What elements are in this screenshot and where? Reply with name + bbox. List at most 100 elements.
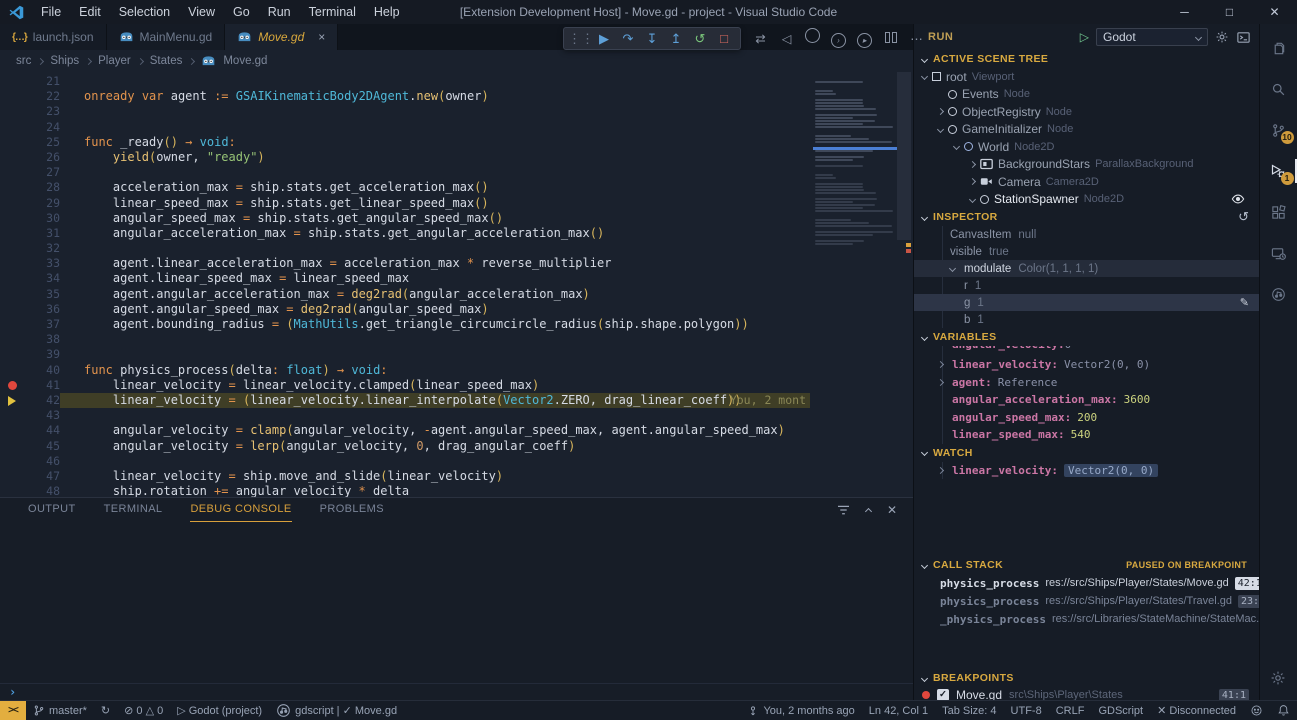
code-line[interactable]: 34 agent.linear_speed_max = linear_speed… — [0, 271, 913, 286]
tab-mainmenu-gd[interactable]: MainMenu.gd — [107, 24, 226, 50]
code-line[interactable]: 38 — [0, 332, 913, 347]
stack-frame[interactable]: _physics_processres://src/Libraries/Stat… — [914, 610, 1259, 628]
scene-node-stationspawner[interactable]: StationSpawnerNode2D — [914, 191, 1259, 209]
code-line[interactable]: 31 angular_acceleration_max = ship.stats… — [0, 226, 913, 241]
code-line[interactable]: 35 agent.angular_acceleration_max = deg2… — [0, 287, 913, 302]
menu-go[interactable]: Go — [224, 0, 259, 24]
property-chevron-icon[interactable] — [949, 265, 956, 272]
tree-chevron-icon[interactable] — [953, 143, 960, 150]
scene-node-camera[interactable]: CameraCamera2D — [914, 173, 1259, 191]
step-back-icon[interactable] — [802, 28, 823, 49]
stack-frame[interactable]: physics_processres://src/Ships/Player/St… — [914, 592, 1259, 610]
section-watch-header[interactable]: WATCH — [914, 444, 1259, 462]
code-line[interactable]: 43 — [0, 408, 913, 423]
tab-launch-json[interactable]: {…}launch.json — [0, 24, 107, 50]
tree-chevron-icon[interactable] — [969, 178, 976, 185]
settings-gear-icon[interactable] — [1260, 666, 1297, 690]
gutter-glyph[interactable] — [0, 211, 24, 226]
close-button[interactable]: ✕ — [1252, 0, 1297, 24]
scene-node-gameinitializer[interactable]: GameInitializerNode — [914, 121, 1259, 139]
scene-node-backgroundstars[interactable]: BackgroundStarsParallaxBackground — [914, 156, 1259, 174]
menu-edit[interactable]: Edit — [70, 0, 110, 24]
run-without-debugging-icon[interactable]: ▸ — [854, 29, 875, 49]
feedback-icon[interactable] — [1243, 701, 1270, 720]
menu-file[interactable]: File — [32, 0, 70, 24]
git-branch[interactable]: master* — [26, 701, 94, 720]
extensions-icon[interactable] — [1260, 200, 1297, 224]
drag-handle-icon[interactable]: ⋮⋮ — [568, 28, 592, 49]
code-line[interactable]: 48 ship.rotation += angular_velocity * d… — [0, 484, 913, 497]
tab-move-gd[interactable]: Move.gd× — [225, 24, 338, 50]
section-variables-header[interactable]: VARIABLES — [914, 328, 1259, 346]
code-line[interactable]: 29 linear_speed_max = ship.stats.get_lin… — [0, 196, 913, 211]
restart-frame-icon[interactable]: ⇄ — [750, 29, 771, 49]
breadcrumb-item[interactable]: Player — [98, 55, 131, 67]
launch-config-dropdown[interactable]: Godot — [1096, 28, 1208, 46]
gutter-glyph[interactable] — [0, 484, 24, 497]
scene-node-root[interactable]: rootViewport — [914, 68, 1259, 86]
more-actions-icon[interactable]: ⋯ — [906, 29, 927, 49]
language-status[interactable]: gdscript | ✓ Move.gd — [269, 701, 404, 720]
panel-tab-debug-console[interactable]: DEBUG CONSOLE — [190, 498, 291, 522]
code-line[interactable]: 39 — [0, 347, 913, 362]
encoding[interactable]: UTF-8 — [1004, 701, 1049, 720]
variable-chevron-icon[interactable] — [937, 467, 944, 474]
variable-chevron-icon[interactable] — [937, 379, 944, 386]
stack-frame[interactable]: physics_processres://src/Ships/Player/St… — [914, 574, 1259, 592]
step-out-icon[interactable]: ↥ — [664, 28, 688, 49]
eol[interactable]: CRLF — [1049, 701, 1092, 720]
restart-icon[interactable]: ↺ — [688, 28, 712, 49]
code-line[interactable]: 27 — [0, 165, 913, 180]
variable-row[interactable]: angular_speed_max:200 — [914, 409, 1259, 427]
gutter-glyph[interactable] — [0, 271, 24, 286]
inspector-property-visible[interactable]: visibletrue — [914, 243, 1259, 260]
code-line[interactable]: 28 acceleration_max = ship.stats.get_acc… — [0, 180, 913, 195]
maximize-panel-icon[interactable] — [866, 503, 871, 517]
code-line[interactable]: 37 agent.bounding_radius = (MathUtils.ge… — [0, 317, 913, 332]
open-debug-console-icon[interactable] — [1236, 30, 1251, 45]
inspector-property-r[interactable]: r1 — [914, 277, 1259, 294]
scene-node-events[interactable]: EventsNode — [914, 86, 1259, 104]
problems-summary[interactable]: ⊘ 0 △ 0 — [117, 701, 170, 720]
continue-icon[interactable]: ▶ — [592, 28, 616, 49]
step-forward-icon[interactable]: › — [828, 29, 849, 49]
variable-row[interactable]: agent:Reference — [914, 374, 1259, 392]
gutter-glyph[interactable] — [0, 469, 24, 484]
panel-tab-terminal[interactable]: TERMINAL — [104, 498, 163, 522]
filter-icon[interactable] — [837, 505, 850, 516]
stop-icon[interactable]: □ — [712, 28, 736, 49]
lsp-status[interactable]: ✕ Disconnected — [1150, 701, 1243, 720]
code-line[interactable]: 26 yield(owner, "ready") — [0, 150, 913, 165]
code-line[interactable]: 22onready var agent := GSAIKinematicBody… — [0, 89, 913, 104]
code-line[interactable]: 32 — [0, 241, 913, 256]
tree-chevron-icon[interactable] — [969, 196, 976, 203]
section-inspector-header[interactable]: INSPECTOR ↺ — [914, 208, 1259, 226]
variable-row[interactable]: linear_velocity:Vector2(0, 0) — [914, 356, 1259, 374]
section-scene-tree-header[interactable]: ACTIVE SCENE TREE — [914, 50, 1259, 68]
gutter-glyph[interactable] — [0, 165, 24, 180]
code-editor[interactable]: 2122onready var agent := GSAIKinematicBo… — [0, 72, 913, 497]
code-line[interactable]: 40func physics_process(delta: float) → v… — [0, 363, 913, 378]
view-node-eye-icon[interactable] — [1231, 192, 1245, 206]
run-debug-icon[interactable]: 1 — [1260, 159, 1297, 183]
menu-terminal[interactable]: Terminal — [300, 0, 365, 24]
gutter-glyph[interactable] — [0, 332, 24, 347]
code-line[interactable]: 41 linear_velocity = linear_velocity.cla… — [0, 378, 913, 393]
remote-explorer-icon[interactable] — [1260, 241, 1297, 265]
breadcrumb-item[interactable]: src — [16, 55, 31, 67]
breadcrumb[interactable]: srcShipsPlayerStatesMove.gd — [0, 50, 913, 72]
variable-row[interactable]: angular_acceleration_max:3600 — [914, 391, 1259, 409]
inspector-property-g[interactable]: g1✎ — [914, 294, 1259, 311]
variable-row[interactable]: linear_speed_max:540 — [914, 426, 1259, 444]
remote-indicator[interactable]: >< — [0, 701, 26, 720]
edit-value-icon[interactable]: ✎ — [1240, 296, 1249, 309]
code-line[interactable]: 45 angular_velocity = lerp(angular_veloc… — [0, 439, 913, 454]
cursor-position[interactable]: Ln 42, Col 1 — [862, 701, 935, 720]
inspector-property-canvasitem[interactable]: CanvasItemnull — [914, 226, 1259, 243]
code-line[interactable]: 36 agent.angular_speed_max = deg2rad(ang… — [0, 302, 913, 317]
scene-node-world[interactable]: WorldNode2D — [914, 138, 1259, 156]
code-line[interactable]: 46 — [0, 454, 913, 469]
launch-status[interactable]: ▷ Godot (project) — [170, 701, 269, 720]
split-editor-icon[interactable] — [880, 29, 901, 49]
git-blame[interactable]: You, 2 months ago — [740, 701, 861, 720]
